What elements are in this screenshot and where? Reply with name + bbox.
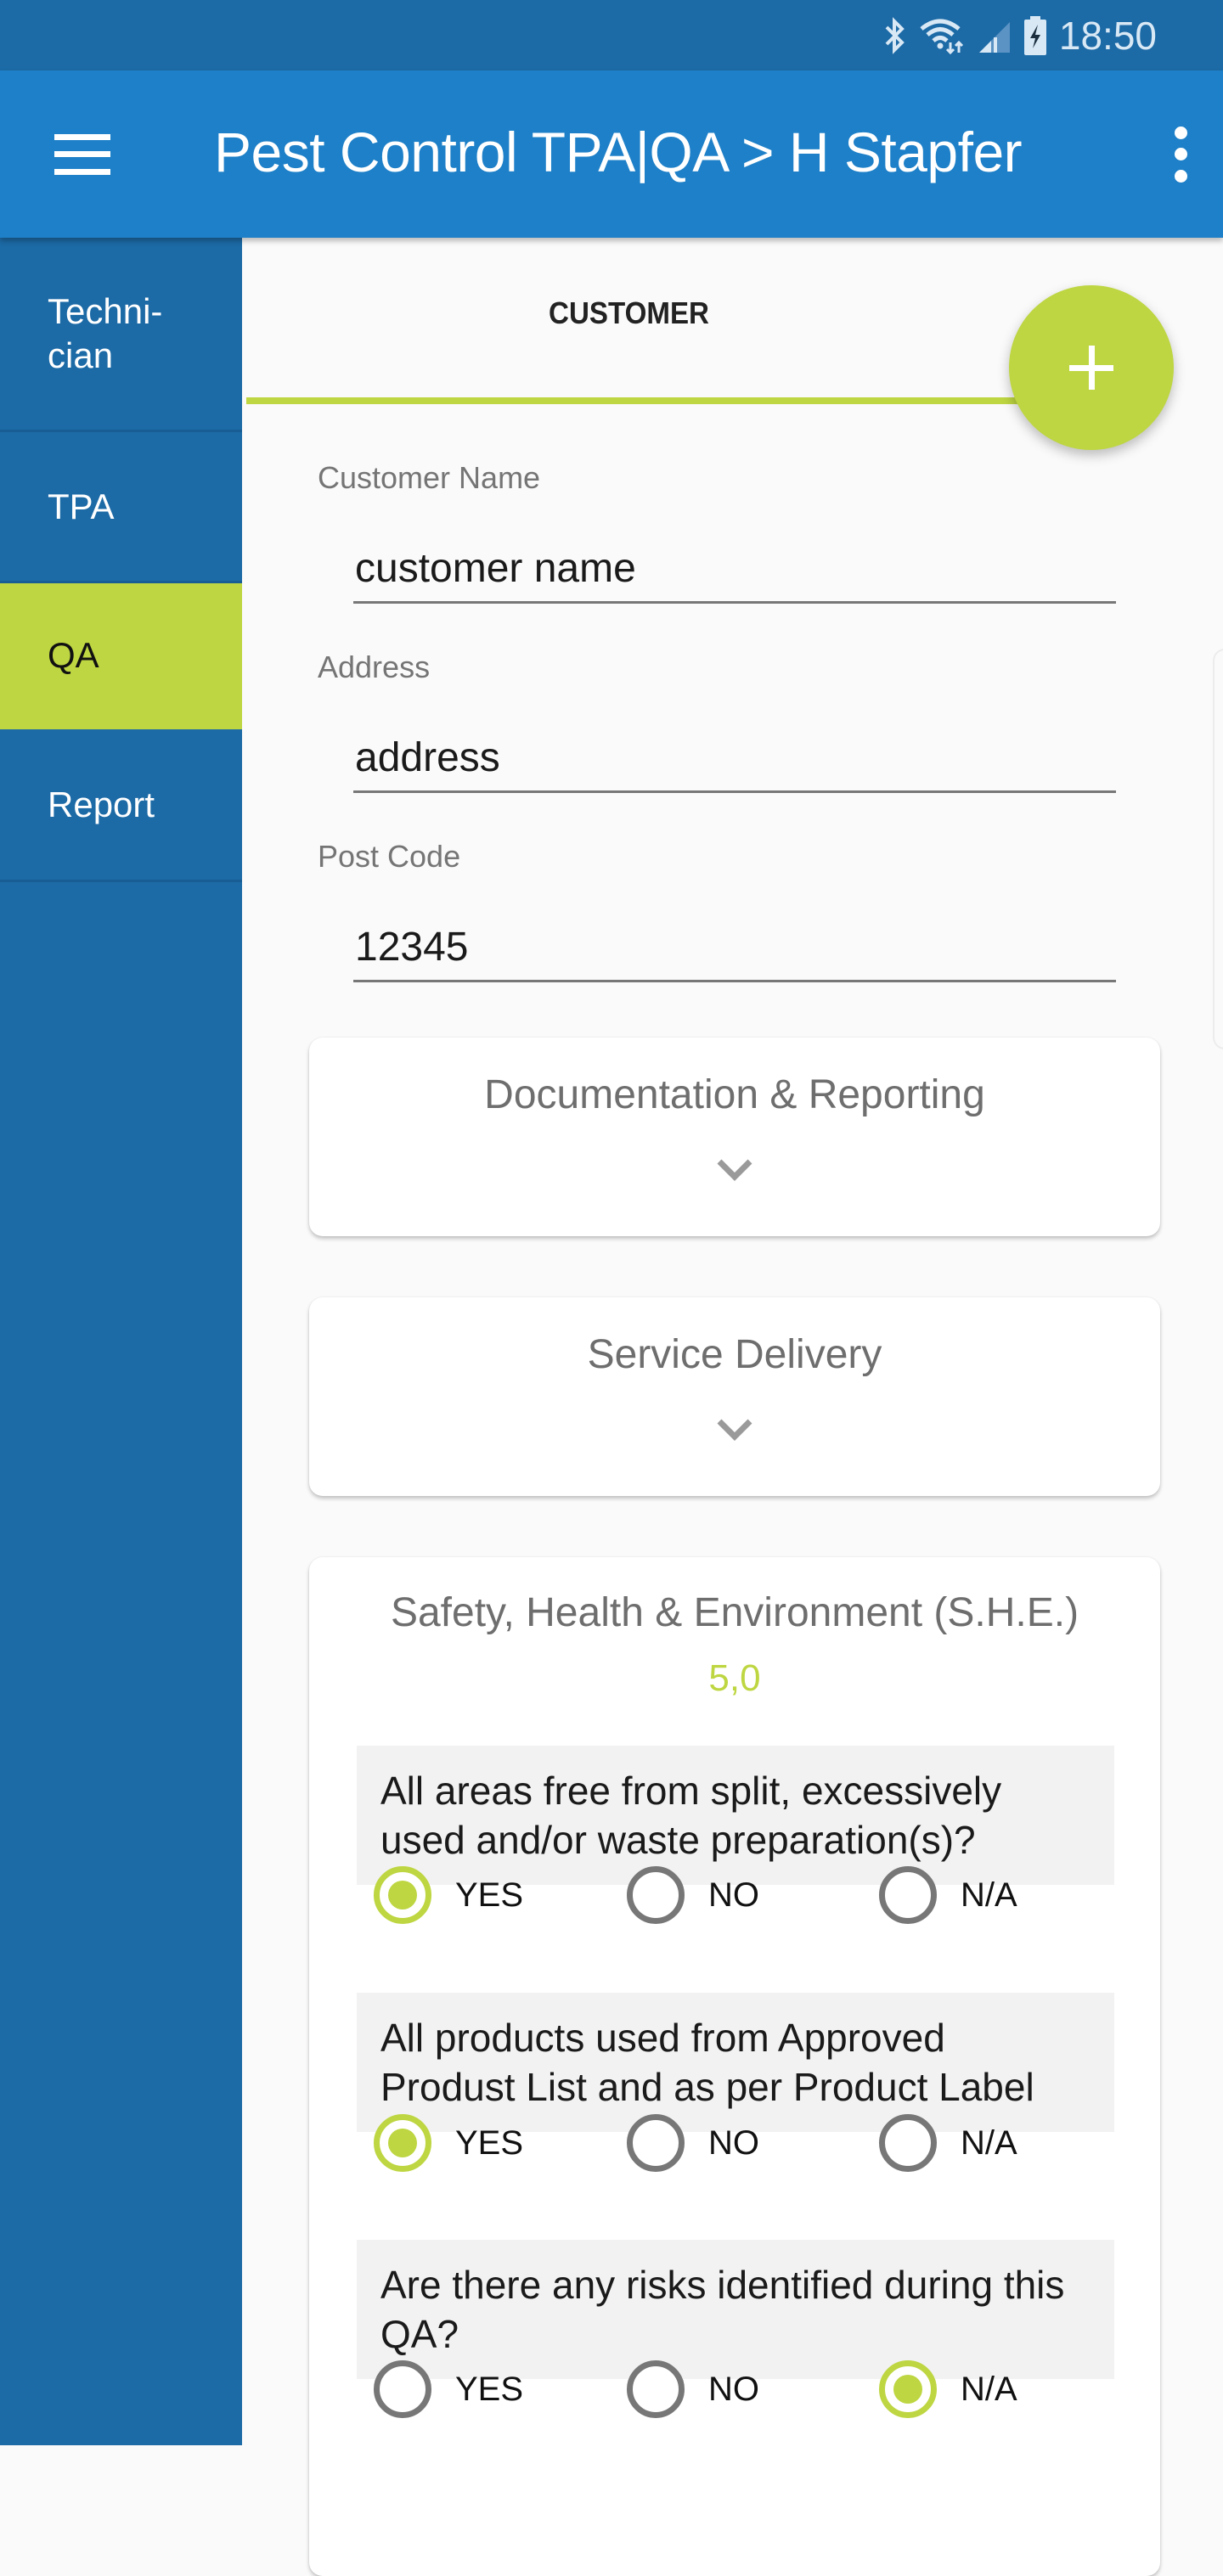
answer-radio-group: YES NO N/A: [357, 2109, 1114, 2177]
customer-name-label: Customer Name: [318, 460, 541, 495]
tab-indicator: [246, 397, 1019, 404]
radio-yes[interactable]: YES: [374, 1861, 523, 1929]
sidebar-nav: Techni- cian TPA QA Report: [0, 238, 242, 2445]
battery-charging-icon: [1023, 16, 1046, 55]
radio-na[interactable]: N/A: [879, 2109, 1017, 2177]
clock: 18:50: [1058, 14, 1157, 58]
sidebar-item-label: TPA: [48, 486, 115, 526]
section-card-she: Safety, Health & Environment (S.H.E.) 5,…: [309, 1557, 1160, 2576]
radio-yes[interactable]: YES: [374, 2109, 523, 2177]
section-score: 5,0: [708, 1657, 761, 1699]
status-bar: 18:50: [0, 0, 1223, 70]
sidebar-item-label: QA: [48, 634, 99, 675]
radio-unchecked-icon: [879, 2114, 937, 2172]
address-label: Address: [318, 650, 431, 684]
radio-unchecked-icon: [627, 1866, 685, 1924]
more-vert-icon[interactable]: [1170, 127, 1191, 183]
customer-name-input[interactable]: [353, 536, 1116, 604]
sidebar-item-label: Report: [48, 784, 155, 824]
main-content: CUSTOMER Customer Name Address Post Code…: [245, 238, 1223, 2576]
hamburger-menu-icon[interactable]: [54, 134, 110, 175]
section-card-documentation-reporting[interactable]: Documentation & Reporting: [309, 1038, 1160, 1236]
sidebar-item-technician[interactable]: Techni- cian: [0, 238, 242, 432]
tab-customer[interactable]: CUSTOMER: [275, 238, 983, 404]
radio-unchecked-icon: [627, 2114, 685, 2172]
answer-radio-group: YES NO N/A: [357, 1861, 1114, 1929]
chevron-down-icon[interactable]: [714, 1155, 755, 1182]
add-fab-button[interactable]: [1009, 285, 1174, 450]
radio-no[interactable]: NO: [627, 2109, 759, 2177]
edge-panel-handle[interactable]: [1213, 649, 1223, 1049]
section-title: Service Delivery: [587, 1332, 882, 1377]
radio-unchecked-icon: [374, 2360, 431, 2418]
wifi-icon: [920, 19, 963, 54]
sidebar-item-report[interactable]: Report: [0, 729, 242, 882]
radio-checked-icon: [879, 2360, 937, 2418]
signal-icon: [978, 22, 1010, 53]
section-title: Documentation & Reporting: [484, 1072, 985, 1117]
radio-yes[interactable]: YES: [374, 2355, 523, 2423]
app-bar: Pest Control TPA|QA > H Stapfer: [0, 70, 1223, 238]
sidebar-item-label: Techni- cian: [48, 291, 163, 375]
bluetooth-icon: [885, 17, 905, 54]
section-title[interactable]: Safety, Health & Environment (S.H.E.): [309, 1589, 1160, 1636]
radio-no[interactable]: NO: [627, 1861, 759, 1929]
answer-radio-group: YES NO N/A: [357, 2355, 1114, 2423]
radio-na[interactable]: N/A: [879, 2355, 1017, 2423]
post-code-label: Post Code: [318, 839, 461, 874]
address-input[interactable]: [353, 725, 1116, 793]
status-icons: 18:50: [884, 12, 1157, 59]
radio-unchecked-icon: [879, 1866, 937, 1924]
app-title: Pest Control TPA|QA > H Stapfer: [214, 121, 1023, 183]
sidebar-item-qa[interactable]: QA: [0, 583, 242, 729]
radio-no[interactable]: NO: [627, 2355, 759, 2423]
radio-unchecked-icon: [627, 2360, 685, 2418]
radio-checked-icon: [374, 1866, 431, 1924]
section-card-service-delivery[interactable]: Service Delivery: [309, 1297, 1160, 1496]
radio-na[interactable]: N/A: [879, 1861, 1017, 1929]
post-code-input[interactable]: [353, 914, 1116, 982]
radio-checked-icon: [374, 2114, 431, 2172]
sidebar-item-tpa[interactable]: TPA: [0, 432, 242, 583]
chevron-down-icon[interactable]: [714, 1415, 755, 1442]
